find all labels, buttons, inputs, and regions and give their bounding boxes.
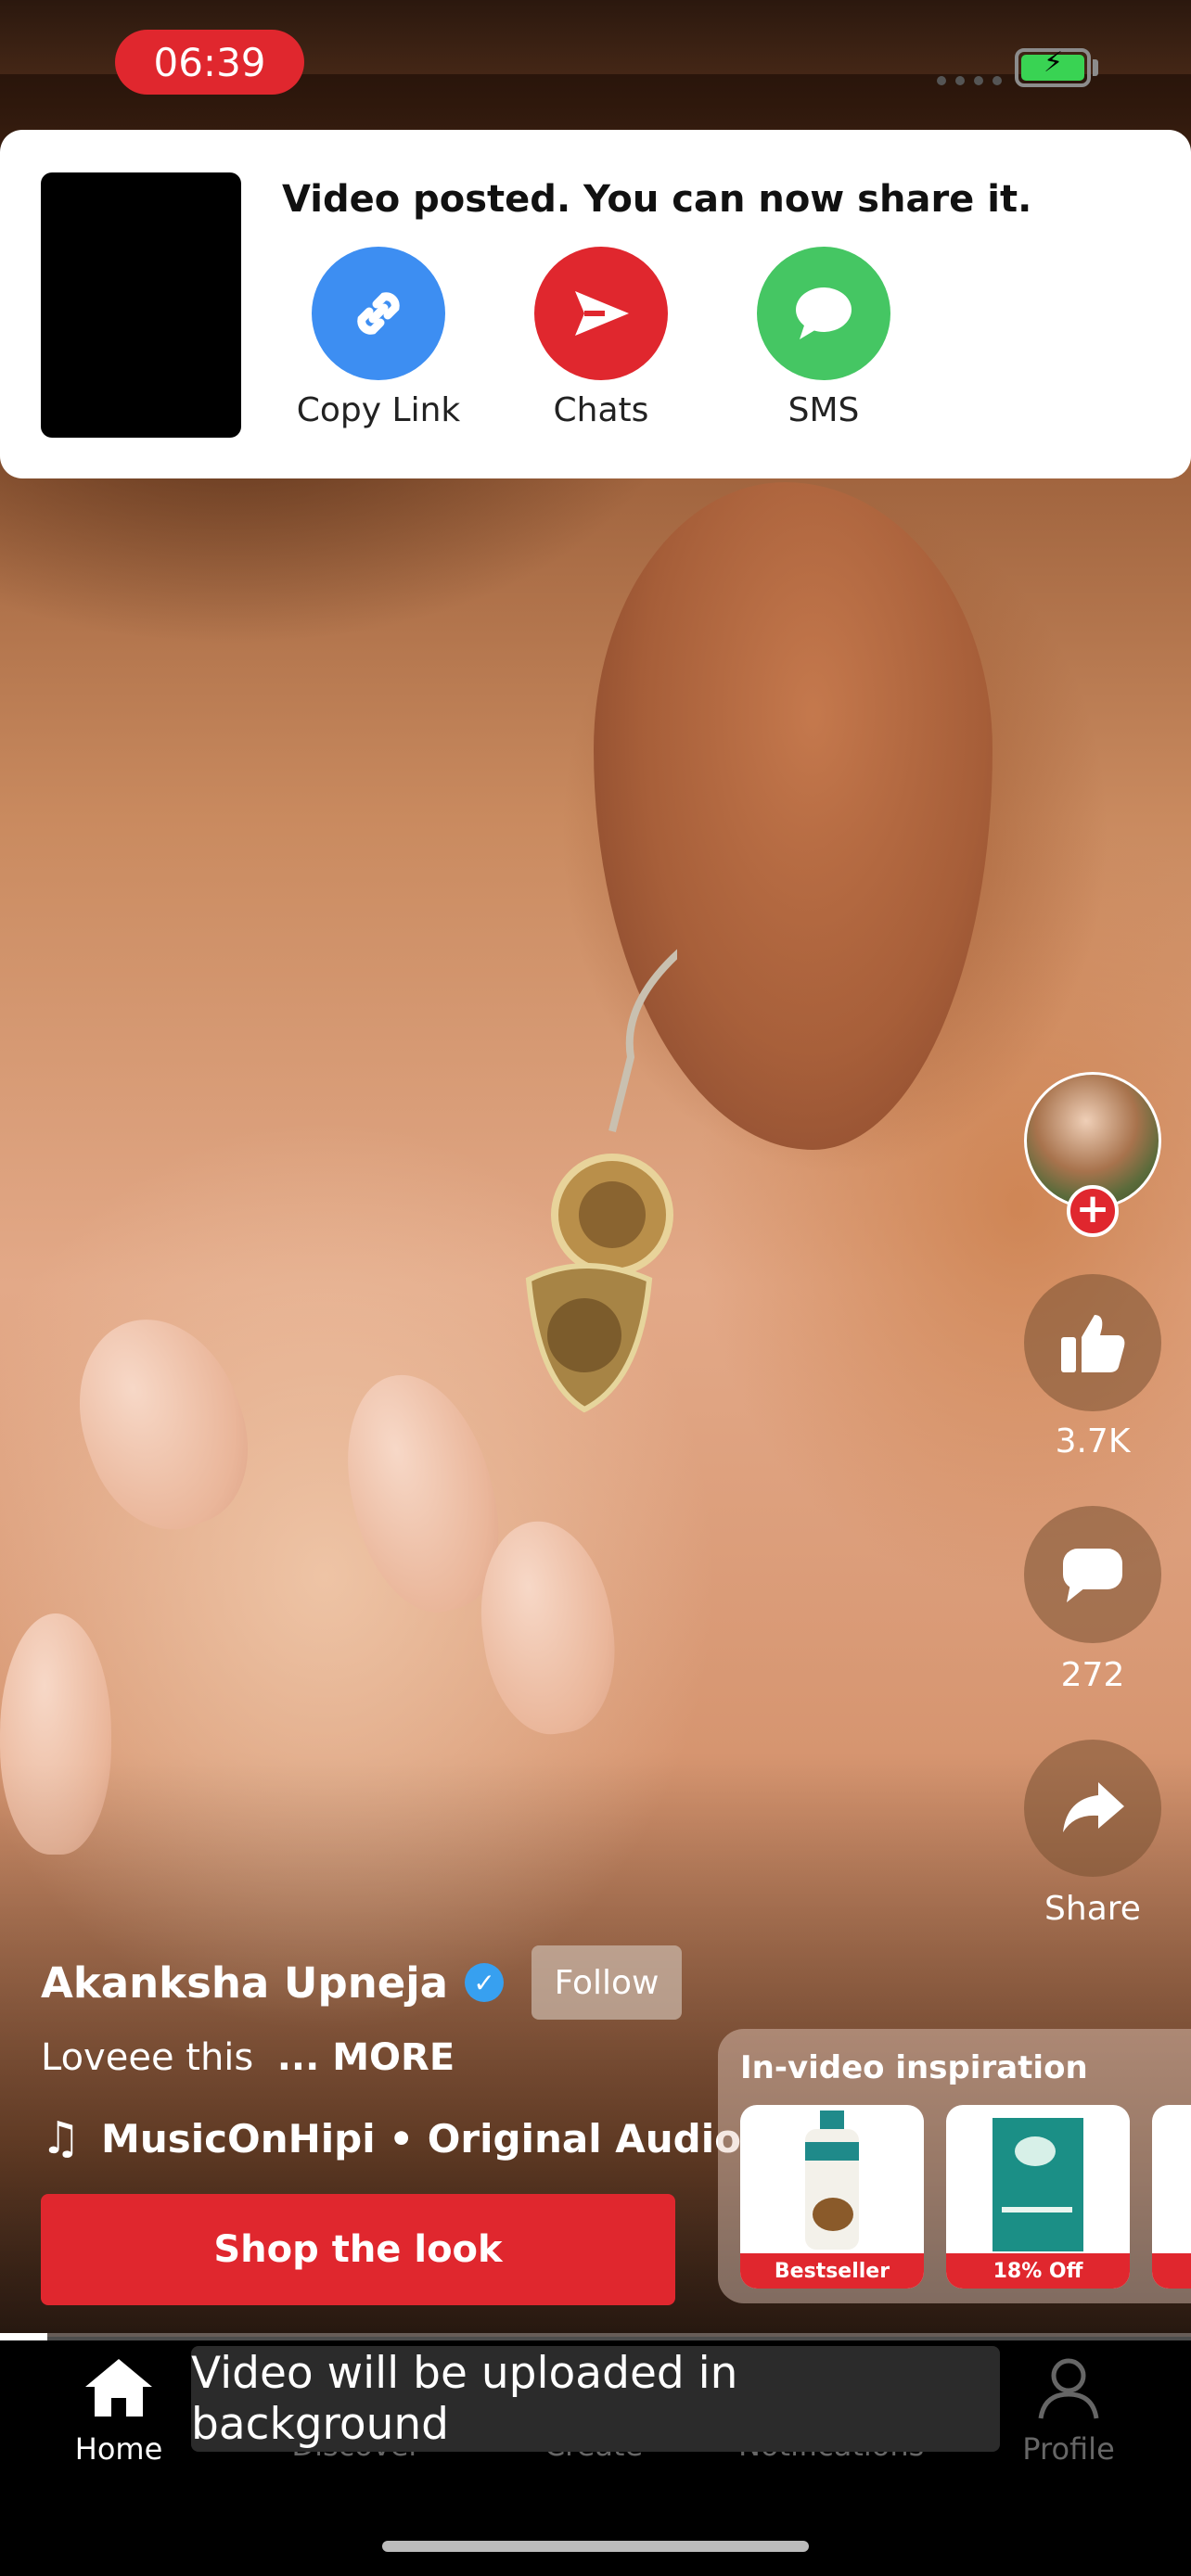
- comment-button[interactable]: [1024, 1506, 1161, 1643]
- chats-label: Chats: [553, 391, 649, 429]
- like-button[interactable]: [1024, 1274, 1161, 1411]
- like-count: 3.7K: [1055, 1422, 1131, 1460]
- product-tag-1: Bestseller: [740, 2253, 924, 2289]
- product-card-3[interactable]: [1152, 2105, 1191, 2289]
- battery-charging-icon: ⚡: [1015, 48, 1091, 87]
- nav-profile-label: Profile: [1022, 2431, 1115, 2467]
- video-posted-card: Video posted. You can now share it. Copy…: [0, 130, 1191, 478]
- battery-tip: [1093, 59, 1098, 76]
- link-icon: [312, 247, 445, 380]
- caption-text: Loveee this: [41, 2036, 254, 2079]
- follow-button[interactable]: Follow: [531, 1945, 683, 2020]
- upload-toast: Video will be uploaded in background: [191, 2346, 1000, 2452]
- share-label: Share: [1044, 1890, 1141, 1928]
- audio-row[interactable]: ♫ MusicOnHipi • Original Audio: [41, 2112, 741, 2164]
- home-icon: [85, 2359, 152, 2417]
- profile-icon: [1038, 2358, 1099, 2419]
- product-tag-2: 18% Off: [946, 2253, 1130, 2289]
- share-button[interactable]: [1024, 1740, 1161, 1877]
- verified-badge-icon: ✓: [465, 1963, 505, 2002]
- follow-plus-icon[interactable]: +: [1067, 1185, 1119, 1237]
- product-card-2[interactable]: 18% Off: [946, 2105, 1130, 2289]
- share-arrow-icon: [1063, 1782, 1124, 1832]
- comment-bubble-icon: [1063, 1549, 1122, 1602]
- app-screen: 06:39 ⚡ Video posted. You can now share …: [0, 0, 1191, 2576]
- comment-count: 272: [1060, 1656, 1125, 1694]
- nav-home[interactable]: Home: [26, 2355, 211, 2467]
- video-thumbnail[interactable]: [41, 172, 241, 438]
- music-note-icon: ♫: [41, 2112, 82, 2164]
- product-tag-3: [1152, 2253, 1191, 2289]
- audio-label: MusicOnHipi • Original Audio: [101, 2115, 741, 2162]
- lotion-bottle-image: [805, 2111, 859, 2250]
- send-icon: [534, 247, 668, 380]
- finger-nail-1: [51, 1295, 274, 1551]
- inspiration-title: In-video inspiration: [740, 2049, 1088, 2086]
- sms-label: SMS: [788, 391, 860, 429]
- nav-home-label: Home: [74, 2431, 163, 2467]
- shop-the-look-button[interactable]: Shop the look: [41, 2194, 675, 2305]
- caption[interactable]: Loveee this ... MORE: [41, 2036, 455, 2079]
- earring-image: [525, 949, 677, 1413]
- copy-link-label: Copy Link: [296, 391, 461, 429]
- creator-row: Akanksha Upneja ✓ Follow: [41, 1945, 683, 2020]
- cream-box-image: [992, 2118, 1083, 2251]
- nav-profile[interactable]: Profile: [976, 2355, 1161, 2467]
- caption-more-link[interactable]: ... MORE: [277, 2036, 455, 2079]
- product-card-1[interactable]: Bestseller: [740, 2105, 924, 2289]
- thumbs-up-icon: [1061, 1315, 1125, 1372]
- inspiration-panel: In-video inspiration Bestseller 18% Off: [718, 2029, 1191, 2303]
- creator-name[interactable]: Akanksha Upneja: [41, 1958, 448, 2008]
- posted-message: Video posted. You can now share it.: [282, 178, 1032, 221]
- video-progress-bar[interactable]: [0, 2333, 1191, 2340]
- sms-bubble-icon: [757, 247, 890, 380]
- video-progress-fill: [0, 2333, 48, 2340]
- home-indicator[interactable]: [382, 2541, 809, 2552]
- copy-link-button[interactable]: Copy Link: [286, 247, 471, 429]
- sms-button[interactable]: SMS: [731, 247, 916, 429]
- cellular-signal-icon: [937, 76, 1002, 85]
- status-time: 06:39: [115, 30, 304, 95]
- chats-button[interactable]: Chats: [508, 247, 694, 429]
